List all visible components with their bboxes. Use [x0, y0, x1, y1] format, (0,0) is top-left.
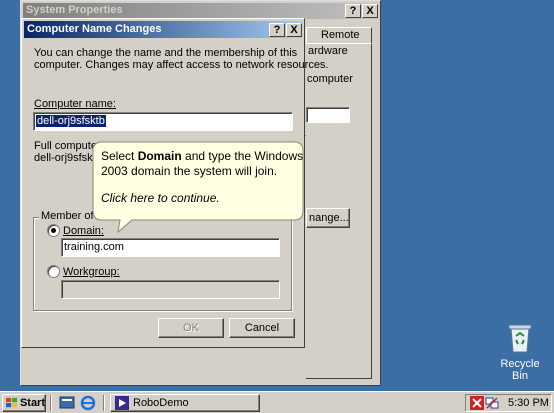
system-properties-field[interactable] — [306, 107, 350, 123]
show-desktop-icon[interactable] — [59, 395, 75, 411]
domain-value: training.com — [64, 241, 124, 253]
tooltip-continue-link[interactable]: Click here to continue. — [101, 191, 301, 206]
system-tray: 5:30 PM — [465, 394, 552, 412]
quicklaunch-separator-2 — [103, 395, 105, 411]
quicklaunch-separator — [50, 395, 52, 411]
computer-name-value: dell-orj9sfsktb — [36, 115, 106, 127]
tray-clock: 5:30 PM — [508, 397, 549, 409]
member-of-label: Member of — [39, 210, 96, 222]
tab-hardware[interactable]: ardware — [306, 43, 372, 59]
tooltip-callout[interactable]: Select Domain and type the Windows 2003 … — [101, 149, 304, 209]
tooltip-line2: 2003 domain the system will join. — [101, 164, 278, 178]
robodemo-icon — [115, 396, 129, 410]
intro-text-line2: computer. Changes may affect access to n… — [34, 59, 329, 71]
dialog-help-button[interactable]: ? — [269, 23, 285, 37]
tray-alert-icon[interactable] — [470, 396, 484, 410]
start-button[interactable]: Start — [2, 394, 46, 412]
windows-logo-icon — [6, 397, 18, 408]
system-properties-computer-label: computer — [307, 73, 353, 85]
dialog-title: Computer Name Changes — [27, 23, 162, 35]
recycle-bin[interactable]: Recycle Bin — [492, 322, 548, 382]
tray-network-icon[interactable] — [485, 396, 499, 410]
recycle-bin-icon — [508, 324, 532, 353]
computer-name-label: Computer name: — [34, 98, 116, 110]
workgroup-label[interactable]: Workgroup: — [63, 266, 120, 278]
system-properties-change-button[interactable]: nange... — [306, 208, 350, 228]
workgroup-radio[interactable] — [47, 265, 60, 278]
dialog-titlebar: Computer Name Changes ? X — [24, 21, 302, 38]
dialog-close-button[interactable]: X — [286, 23, 302, 37]
tab-remote[interactable]: Remote — [306, 27, 372, 43]
intro-text-line1: You can change the name and the membersh… — [34, 47, 298, 59]
ok-button[interactable]: OK — [158, 318, 224, 338]
taskbar-robodemo-button[interactable]: RoboDemo — [110, 394, 260, 412]
system-properties-help-button[interactable]: ? — [345, 4, 361, 18]
cancel-button[interactable]: Cancel — [229, 318, 295, 338]
tooltip-line1: Select Domain and type the Windows — [101, 149, 304, 163]
tooltip-bold-domain: Domain — [137, 149, 182, 163]
domain-radio[interactable] — [47, 224, 60, 237]
system-properties-title: System Properties — [26, 4, 123, 16]
internet-explorer-icon[interactable] — [80, 395, 96, 411]
recycle-bin-label: Recycle Bin — [500, 358, 540, 382]
workgroup-input — [61, 280, 280, 299]
system-properties-close-button[interactable]: X — [362, 4, 378, 18]
taskbar: Start RoboDemo 5:30 PM — [0, 391, 554, 413]
system-properties-titlebar: System Properties ? X — [23, 3, 378, 19]
computer-name-input[interactable]: dell-orj9sfsktb — [33, 112, 293, 131]
